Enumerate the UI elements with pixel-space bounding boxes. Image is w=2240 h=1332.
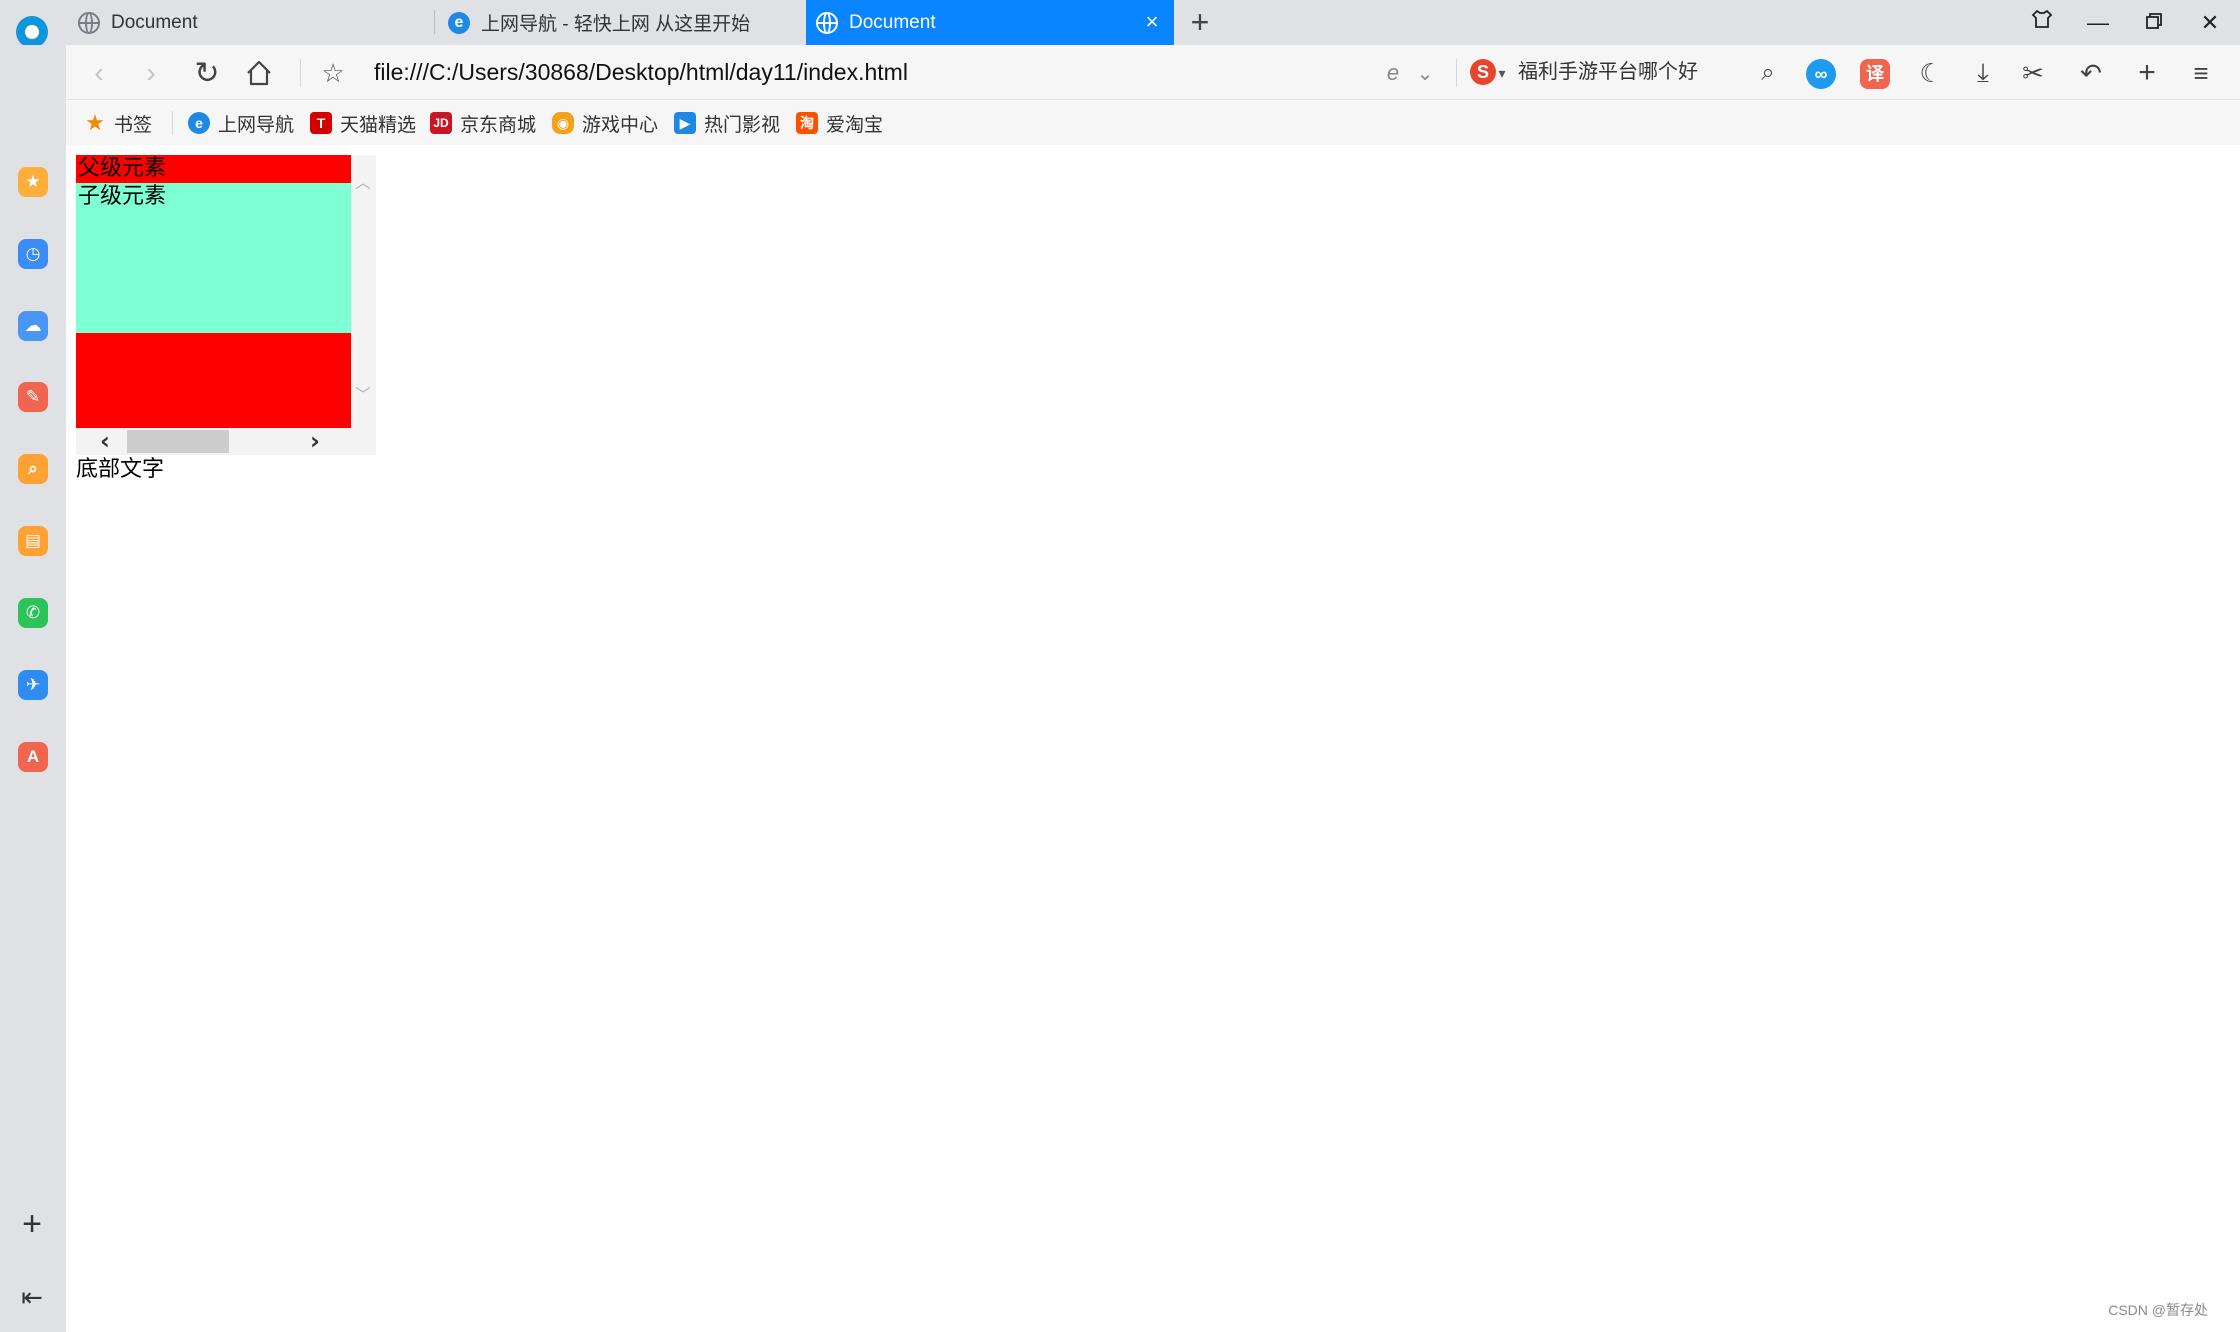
scroll-down-arrow-icon[interactable]: ﹀ <box>355 381 371 405</box>
skin-icon[interactable] <box>2014 0 2070 45</box>
mini-program-icon[interactable]: ✈ <box>18 670 48 700</box>
parent-element-label: 父级元素 <box>78 156 167 181</box>
left-sidebar: ★ ◷ ☁ ✎ ⌕ ▤ ✆ ✈ A + ⇤ <box>0 45 66 1332</box>
bookmark-item-bookmarks[interactable]: ★ 书签 <box>84 101 152 145</box>
reader-book-icon[interactable]: ▤ <box>18 526 48 556</box>
scroll-left-arrow-icon[interactable]: ‹ <box>100 428 110 455</box>
wechat-icon[interactable]: ✆ <box>18 598 48 628</box>
restore-button[interactable] <box>2126 0 2182 45</box>
navigation-toolbar: ‹ › ↻ ☆ file:///C:/Users/30868/Desktop/h… <box>66 45 2240 100</box>
toolbar-divider <box>1456 59 1457 87</box>
collapse-sidebar-icon[interactable]: ⇤ <box>16 1281 48 1313</box>
add-icon[interactable]: + <box>2128 54 2166 92</box>
tab-title: Document <box>111 11 198 33</box>
watermark: CSDN @暂存处 <box>2108 1302 2208 1318</box>
back-button[interactable]: ‹ <box>80 54 118 92</box>
pdf-icon[interactable]: ✎ <box>18 382 48 412</box>
bookmark-item-videos[interactable]: ▶ 热门影视 <box>674 101 780 145</box>
bookmark-label: 爱淘宝 <box>826 114 884 136</box>
bookmarks-bar: ★ 书签 e 上网导航 T 天猫精选 JD 京东商城 ◉ 游戏中心 ▶ 热门影视… <box>66 101 2240 145</box>
tab-document-1[interactable]: Document <box>78 0 433 45</box>
tab-strip: Document e 上网导航 - 轻快上网 从这里开始 Document × … <box>0 0 2240 48</box>
cloud-icon[interactable]: ☁ <box>18 311 48 341</box>
bookmark-label: 热门影视 <box>704 114 781 136</box>
engine-dropdown-icon[interactable]: ▾ <box>1494 54 1510 92</box>
play-icon: ▶ <box>674 112 696 134</box>
undo-icon[interactable]: ↶ <box>2072 54 2110 92</box>
parent-element: 父级元素 子级元素 <box>76 155 351 428</box>
tmall-icon: T <box>310 112 332 134</box>
search-tool-icon[interactable]: ⌕ <box>18 454 48 484</box>
gamepad-icon: ◉ <box>552 112 574 134</box>
scroll-right-arrow-icon[interactable]: › <box>310 428 320 455</box>
browser-logo-icon[interactable] <box>16 16 48 48</box>
translate-button[interactable]: 译 <box>1860 59 1890 89</box>
dark-mode-moon-icon[interactable]: ☾ <box>1912 54 1950 92</box>
close-window-button[interactable]: ✕ <box>2182 0 2238 45</box>
bookmark-item-tmall[interactable]: T 天猫精选 <box>310 101 416 145</box>
new-tab-button[interactable]: + <box>1184 4 1216 40</box>
globe-icon <box>816 11 838 34</box>
forward-button[interactable]: › <box>132 54 170 92</box>
bookmark-divider <box>172 111 173 135</box>
tab-navigation[interactable]: e 上网导航 - 轻快上网 从这里开始 <box>448 0 800 45</box>
bookmark-item-games[interactable]: ◉ 游戏中心 <box>552 101 658 145</box>
horizontal-scrollbar[interactable]: ‹ › <box>76 428 376 455</box>
favorites-star-icon[interactable]: ★ <box>18 167 48 197</box>
tab-divider <box>434 10 435 34</box>
jd-icon: JD <box>430 112 452 134</box>
chevron-down-icon[interactable]: ⌄ <box>1406 54 1444 92</box>
child-element-label: 子级元素 <box>78 184 167 209</box>
bookmark-star-icon[interactable]: ☆ <box>314 54 352 92</box>
taobao-icon: 淘 <box>796 112 818 134</box>
search-icon[interactable]: ⌕ <box>1749 54 1787 92</box>
bookmark-label: 游戏中心 <box>582 114 659 136</box>
bookmark-label: 京东商城 <box>460 114 537 136</box>
star-icon: ★ <box>85 110 105 135</box>
page-viewport: 父级元素 子级元素 ︿ ﹀ ‹ › 底部文字 CSDN @暂存处 <box>66 145 2240 1328</box>
bottom-text: 底部文字 <box>76 457 165 482</box>
child-element: 子级元素 <box>76 183 351 333</box>
scroll-up-arrow-icon[interactable]: ︿ <box>355 169 371 193</box>
horizontal-scroll-thumb[interactable] <box>127 430 229 453</box>
bookmark-item-navigation[interactable]: e 上网导航 <box>188 101 294 145</box>
tab-title: Document <box>849 11 936 33</box>
download-icon[interactable]: ⤓ <box>1964 54 2002 92</box>
parent-scroll-container[interactable]: 父级元素 子级元素 ︿ ﹀ ‹ › <box>76 155 376 455</box>
menu-icon[interactable]: ≡ <box>2182 54 2220 92</box>
translate-tool-icon[interactable]: A <box>18 742 48 772</box>
tab-document-active[interactable]: Document × <box>806 0 1174 45</box>
tab-title: 上网导航 - 轻快上网 从这里开始 <box>481 14 751 35</box>
bookmark-label: 上网导航 <box>218 114 295 136</box>
close-tab-icon[interactable]: × <box>1140 10 1164 34</box>
bookmark-item-jd[interactable]: JD 京东商城 <box>430 101 536 145</box>
bookmark-label: 天猫精选 <box>340 114 417 136</box>
search-engine-logo-icon[interactable]: S <box>1470 59 1496 85</box>
search-input[interactable]: 福利手游平台哪个好 <box>1518 45 1698 100</box>
minimize-button[interactable]: — <box>2070 0 2126 45</box>
home-button[interactable] <box>240 54 278 92</box>
ie-icon: e <box>448 11 470 34</box>
toolbar-divider <box>300 59 301 87</box>
globe-icon <box>78 11 100 34</box>
address-bar[interactable]: file:///C:/Users/30868/Desktop/html/day1… <box>374 45 908 100</box>
ie-icon: e <box>188 112 210 134</box>
bookmark-item-taobao[interactable]: 淘 爱淘宝 <box>796 101 883 145</box>
add-sidebar-icon[interactable]: + <box>16 1207 48 1241</box>
reload-button[interactable]: ↻ <box>188 54 226 92</box>
vertical-scrollbar[interactable]: ︿ ﹀ <box>351 155 376 428</box>
screenshot-scissors-icon[interactable]: ✂ <box>2014 54 2052 92</box>
history-clock-icon[interactable]: ◷ <box>18 239 48 269</box>
infinity-extension-icon[interactable]: ∞ <box>1806 59 1836 89</box>
bookmark-label: 书签 <box>114 114 153 136</box>
